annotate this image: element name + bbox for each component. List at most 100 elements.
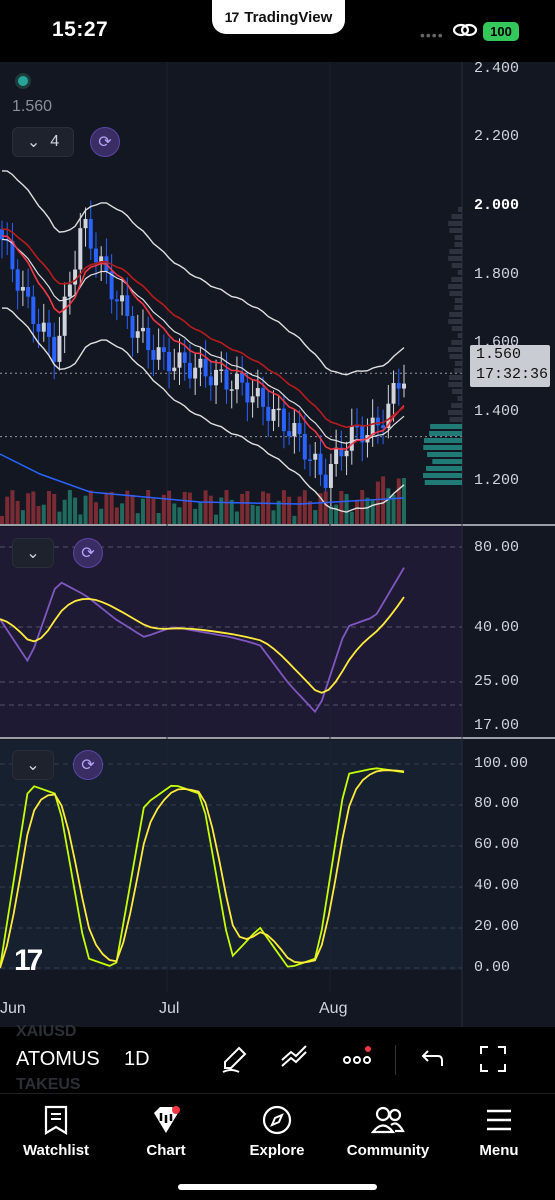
candle-body: [52, 336, 57, 362]
volume-bar: [344, 494, 349, 524]
toolbar-divider: [395, 1045, 396, 1075]
status-bar: 15:27 17 TradingView •••• 100: [0, 0, 555, 62]
volume-bar: [313, 510, 318, 524]
volume-profile-bar: [423, 473, 462, 478]
candle-body: [208, 376, 213, 386]
volume-bar: [10, 490, 15, 524]
candle-body: [114, 299, 119, 302]
stoch-axis-label: 40.00: [474, 877, 520, 894]
volume-profile-bar: [457, 333, 462, 338]
compass-icon: [262, 1105, 292, 1135]
current-price: 1.560: [476, 346, 522, 363]
candle-body: [0, 229, 4, 240]
volume-profile-bar: [454, 368, 462, 373]
candle-body: [375, 417, 380, 426]
tab-explore[interactable]: Explore: [227, 1104, 327, 1159]
volume-bar: [349, 511, 354, 524]
candle-body: [67, 284, 72, 297]
volume-bar: [104, 492, 109, 524]
volume-bar: [172, 503, 177, 524]
volume-bar: [396, 478, 401, 524]
candle-body: [276, 408, 281, 411]
volume-bar: [93, 502, 98, 524]
volume-profile-bar: [454, 298, 462, 303]
refresh-indicators-button[interactable]: ⟳: [90, 127, 120, 157]
volume-bar: [26, 493, 31, 524]
candle-body: [93, 248, 98, 263]
volume-profile-bar: [451, 340, 462, 345]
stoch-axis-label: 60.00: [474, 836, 520, 853]
candle-body: [313, 453, 318, 460]
candle-body: [308, 459, 313, 462]
volume-profile-bar: [429, 431, 462, 436]
tab-label: Chart: [146, 1142, 186, 1159]
candle-body: [31, 296, 36, 325]
tab-menu[interactable]: Menu: [449, 1104, 549, 1159]
volume-bar: [78, 514, 83, 524]
status-time: 15:27: [52, 18, 109, 41]
symbol-toolbar: XAIUSD ATOMUS TAKEUS 1D: [0, 1023, 555, 1094]
volume-profile-bar: [448, 382, 462, 387]
volume-bar: [240, 493, 245, 524]
volume-profile-bar: [424, 480, 462, 485]
rsi-axis-label: 80.00: [474, 539, 520, 556]
more-options-icon[interactable]: [342, 1044, 372, 1074]
candle-body: [391, 383, 396, 404]
symbol-suggestion[interactable]: TAKEUS: [16, 1076, 81, 1094]
volume-bar: [224, 490, 229, 524]
volume-profile-bar: [432, 459, 462, 464]
rsi-refresh-button[interactable]: ⟳: [73, 538, 103, 568]
candle-body: [20, 286, 25, 291]
volume-profile-bar: [424, 438, 462, 443]
volume-bar: [292, 515, 297, 524]
volume-bar: [255, 505, 260, 524]
candle-body: [323, 474, 328, 488]
tab-label: Explore: [249, 1142, 305, 1159]
stoch-collapse-button[interactable]: ⌄: [12, 750, 54, 780]
drawing-brush-icon[interactable]: [219, 1044, 249, 1074]
chevron-down-icon: ⌄: [26, 545, 40, 562]
volume-profile-bar: [448, 284, 462, 289]
price-axis-label: 2.200: [474, 128, 520, 145]
rsi-axis-label: 40.00: [474, 619, 520, 636]
volume-bar: [156, 513, 161, 524]
volume-bar: [182, 491, 187, 524]
candle-body: [177, 352, 182, 368]
tab-watchlist[interactable]: Watchlist: [6, 1104, 106, 1159]
price-axis-label: 1.800: [474, 266, 520, 283]
volume-bar: [308, 501, 313, 524]
volume-profile-bar: [449, 375, 462, 380]
candle-body: [172, 367, 177, 372]
volume-bar: [5, 496, 10, 524]
tab-community[interactable]: Community: [338, 1104, 438, 1159]
volume-bar: [135, 513, 140, 524]
menu-icon: [487, 1109, 511, 1131]
rsi-collapse-button[interactable]: ⌄: [12, 538, 54, 568]
time-axis-label: Jun: [0, 1000, 26, 1017]
trend-lines-icon[interactable]: [279, 1044, 309, 1074]
volume-profile-bar: [449, 417, 462, 422]
undo-icon[interactable]: [416, 1044, 446, 1074]
candle-body: [245, 382, 250, 403]
signal-icon: ••••: [420, 27, 444, 43]
stoch-axis-label: 80.00: [474, 795, 520, 812]
tab-chart[interactable]: Chart: [116, 1104, 216, 1159]
volume-bar: [36, 506, 41, 524]
symbol-suggestion[interactable]: XAIUSD: [16, 1023, 76, 1041]
volume-bar: [67, 490, 72, 524]
volume-bar: [187, 492, 192, 524]
chart-area[interactable]: 1.560 ⌄ 4 ⟳ ⌄ ⟳ ⌄ ⟳ 2.400 2.200 2.000 1.…: [0, 60, 555, 1027]
volume-profile-bar: [454, 305, 462, 310]
candle-body: [26, 286, 31, 297]
fullscreen-icon[interactable]: [478, 1044, 508, 1074]
candle-body: [281, 408, 286, 432]
stoch-axis-label: 20.00: [474, 918, 520, 935]
symbol-name[interactable]: ATOMUS: [16, 1048, 100, 1071]
volume-profile-bar: [449, 249, 462, 254]
candle-body: [266, 406, 271, 421]
bar-countdown: 17:32:36: [476, 366, 549, 383]
indicators-collapse-button[interactable]: ⌄ 4: [12, 127, 74, 157]
stoch-refresh-button[interactable]: ⟳: [73, 750, 103, 780]
app-pill[interactable]: 17 TradingView: [212, 0, 345, 34]
interval-selector[interactable]: 1D: [124, 1048, 150, 1071]
